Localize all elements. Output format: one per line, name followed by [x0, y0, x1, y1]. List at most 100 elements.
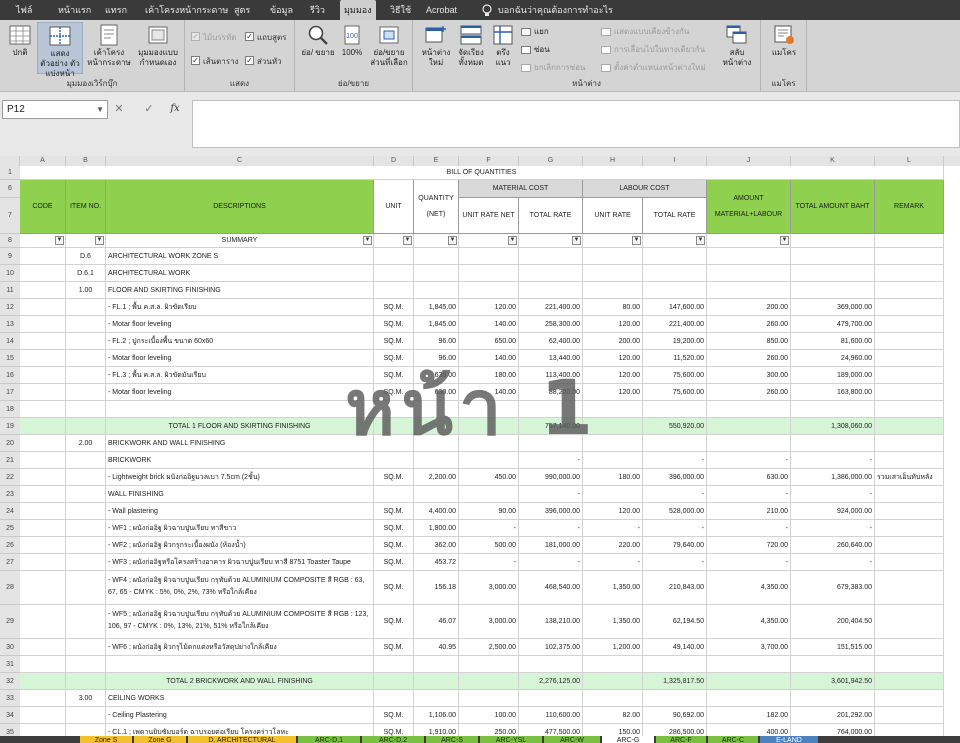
cell[interactable]: 113,400.00 [519, 367, 583, 384]
description-cell[interactable]: - FL.2 ; ปูกระเบื้องพื้น ขนาด 60x60 [106, 333, 374, 350]
sheet-tab[interactable]: ARC-F [656, 736, 706, 743]
row-header[interactable]: 30 [0, 639, 20, 656]
freeze-panes-button[interactable]: ตรึง แนว [489, 24, 517, 68]
description-cell[interactable]: ARCHITECTURAL WORK [106, 265, 374, 282]
column-header-f[interactable]: F [459, 156, 519, 166]
description-cell[interactable]: BRICKWORK [106, 452, 374, 469]
row-header[interactable]: 32 [0, 673, 20, 690]
column-header-e[interactable]: E [414, 156, 459, 166]
cell[interactable] [583, 248, 643, 265]
cell[interactable]: SQ.M. [374, 724, 414, 736]
cell[interactable] [643, 656, 707, 673]
cell[interactable] [414, 248, 459, 265]
description-cell[interactable]: WALL FINISHING [106, 486, 374, 503]
cell[interactable] [66, 367, 106, 384]
cell[interactable] [875, 248, 944, 265]
cell[interactable] [20, 520, 66, 537]
cell[interactable]: 140.00 [459, 384, 519, 401]
cell[interactable]: 400.00 [707, 724, 791, 736]
description-cell[interactable]: - Wall plastering [106, 503, 374, 520]
cell[interactable]: 990,000.00 [519, 469, 583, 486]
cell[interactable]: - [643, 520, 707, 537]
cell[interactable]: 62,400.00 [519, 333, 583, 350]
name-box-dropdown-icon[interactable]: ▼ [96, 101, 104, 118]
cell[interactable] [66, 333, 106, 350]
cell[interactable]: 1,325,817.50 [643, 673, 707, 690]
page-layout-view-button[interactable]: เค้าโครง หน้ากระดาษ [86, 24, 132, 68]
cell[interactable] [20, 452, 66, 469]
cell[interactable]: 396,000.00 [519, 503, 583, 520]
cell[interactable] [374, 248, 414, 265]
cell[interactable] [519, 401, 583, 418]
zoom-button[interactable]: ย่อ/ ขยาย [301, 24, 335, 58]
cell[interactable] [374, 690, 414, 707]
cell[interactable] [875, 265, 944, 282]
cell[interactable] [20, 571, 66, 605]
cell[interactable]: SQ.M. [374, 503, 414, 520]
cell[interactable]: 163,800.00 [791, 384, 875, 401]
cell[interactable]: 1,350.00 [583, 571, 643, 605]
cell[interactable] [414, 656, 459, 673]
row-header[interactable]: 12 [0, 299, 20, 316]
cell[interactable] [875, 656, 944, 673]
tab-file[interactable]: ไฟล์ [14, 0, 34, 20]
cell[interactable]: 3.00 [66, 690, 106, 707]
cell[interactable] [707, 234, 791, 248]
cell[interactable]: - [791, 452, 875, 469]
cell[interactable]: 4,350.00 [707, 571, 791, 605]
cell[interactable] [791, 435, 875, 452]
cell[interactable]: - [519, 452, 583, 469]
cell[interactable] [374, 486, 414, 503]
custom-views-button[interactable]: มุมมองแบบ กำหนดเอง [134, 24, 182, 68]
cell[interactable] [20, 503, 66, 520]
cell[interactable] [66, 401, 106, 418]
cell[interactable]: 1,800.00 [414, 520, 459, 537]
cell[interactable] [20, 707, 66, 724]
cell[interactable] [374, 418, 414, 435]
cell[interactable] [66, 605, 106, 639]
cell[interactable] [875, 234, 944, 248]
cell[interactable]: SQ.M. [374, 299, 414, 316]
cell[interactable] [875, 571, 944, 605]
sheet-tab[interactable]: ARC-YSL [480, 736, 542, 743]
cell[interactable] [20, 605, 66, 639]
cell[interactable] [66, 673, 106, 690]
cell[interactable]: 81,600.00 [791, 333, 875, 350]
sheet-title[interactable]: BILL OF QUANTITIES [20, 166, 944, 180]
cell[interactable]: 150.00 [583, 724, 643, 736]
header-item-no[interactable]: ITEM NO. [66, 180, 106, 234]
description-cell[interactable]: TOTAL 1 FLOOR AND SKIRTING FINISHING [106, 418, 374, 435]
cell[interactable]: 679,383.00 [791, 571, 875, 605]
sheet-tab[interactable]: ARC-D.2 [362, 736, 424, 743]
cell[interactable]: 156.18 [414, 571, 459, 605]
column-header-g[interactable]: G [519, 156, 583, 166]
cell[interactable]: 102,375.00 [519, 639, 583, 656]
cell[interactable] [643, 435, 707, 452]
summary-label[interactable]: SUMMARY [106, 234, 374, 248]
insert-function-icon[interactable]: fx [168, 101, 182, 117]
row-header[interactable]: 16 [0, 367, 20, 384]
cell[interactable] [20, 639, 66, 656]
cell[interactable]: 140.00 [459, 350, 519, 367]
cell[interactable] [20, 333, 66, 350]
cell[interactable]: SQ.M. [374, 554, 414, 571]
cell[interactable] [20, 418, 66, 435]
cell[interactable]: 180.00 [459, 367, 519, 384]
tab-data[interactable]: ข้อมูล [268, 0, 295, 20]
cell[interactable]: - [791, 554, 875, 571]
description-cell[interactable]: FLOOR AND SKIRTING FINISHING [106, 282, 374, 299]
filter-dropdown-icon[interactable]: ▼ [696, 236, 705, 245]
description-cell[interactable]: - WF1 ; ผนังก่ออิฐ ผิวฉาบปูนเรียบ ทาสีขา… [106, 520, 374, 537]
cell[interactable] [66, 350, 106, 367]
description-cell[interactable]: TOTAL 2 BRICKWORK AND WALL FINISHING [106, 673, 374, 690]
new-window-button[interactable]: หน้าต่าง ใหม่ [419, 24, 453, 68]
cell[interactable]: 96.00 [414, 333, 459, 350]
ruler-checkbox[interactable]: ✓ ไม้บรรทัด [191, 32, 236, 44]
cell[interactable] [875, 367, 944, 384]
cell[interactable]: 88,200.00 [519, 384, 583, 401]
row-header[interactable]: 13 [0, 316, 20, 333]
header-labour-unit-rate[interactable]: UNIT RATE [583, 198, 643, 234]
cell[interactable] [20, 299, 66, 316]
cell[interactable]: - [707, 452, 791, 469]
cell[interactable] [875, 503, 944, 520]
